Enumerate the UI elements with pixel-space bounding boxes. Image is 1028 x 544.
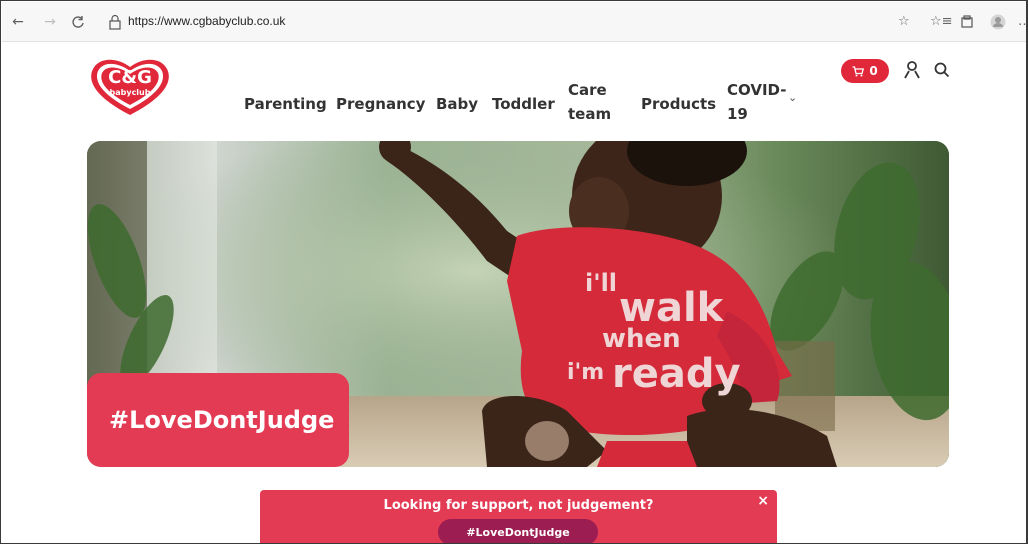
nav-care-team[interactable]: Care team bbox=[568, 81, 611, 123]
more-menu-icon[interactable]: … bbox=[1018, 12, 1026, 32]
search-icon[interactable] bbox=[931, 59, 953, 81]
logo-subtext: babyclub bbox=[109, 88, 151, 97]
shirt-text-3: when bbox=[602, 324, 681, 354]
hashtag-button[interactable]: #LoveDontJudge bbox=[438, 519, 598, 543]
hero-hashtag: #LoveDontJudge bbox=[87, 373, 349, 467]
nav-covid-line2: 19 bbox=[727, 105, 748, 123]
browser-toolbar: ← → https://www.cgbabyclub.co.uk ☆ ☆≡ … bbox=[2, 2, 1026, 42]
cart-button[interactable]: 0 bbox=[841, 59, 889, 83]
profile-icon[interactable] bbox=[990, 12, 1006, 32]
site-logo[interactable]: C&G babyclub bbox=[85, 55, 175, 119]
collections-icon[interactable] bbox=[960, 12, 974, 32]
logo-text: C&G bbox=[108, 67, 152, 88]
nav-covid-line1: COVID- bbox=[727, 81, 787, 99]
close-icon[interactable]: × bbox=[757, 493, 769, 509]
banner-title: Looking for support, not judgement? bbox=[383, 498, 654, 513]
shirt-text-1: i'll bbox=[585, 269, 617, 297]
lock-icon bbox=[109, 14, 121, 30]
browser-window: ← → https://www.cgbabyclub.co.uk ☆ ☆≡ … … bbox=[0, 0, 1028, 544]
support-banner: Looking for support, not judgement? × #L… bbox=[260, 490, 777, 543]
shirt-text-4: i'm bbox=[567, 360, 604, 385]
address-bar[interactable]: https://www.cgbabyclub.co.uk bbox=[102, 10, 1002, 34]
nav-parenting[interactable]: Parenting bbox=[244, 95, 327, 113]
shirt-text-5: ready bbox=[612, 351, 741, 397]
nav-covid-19[interactable]: COVID- 19 bbox=[727, 81, 787, 123]
favorite-star-icon[interactable]: ☆ bbox=[898, 12, 910, 32]
nav-care-team-line2: team bbox=[568, 105, 612, 123]
nav-baby[interactable]: Baby bbox=[436, 95, 478, 113]
favorites-bar-icon[interactable]: ☆≡ bbox=[930, 12, 953, 32]
forward-icon[interactable]: → bbox=[40, 12, 60, 32]
nav-pregnancy[interactable]: Pregnancy bbox=[336, 95, 425, 113]
nav-toddler[interactable]: Toddler bbox=[492, 95, 555, 113]
url-text: https://www.cgbabyclub.co.uk bbox=[128, 14, 286, 28]
account-icon[interactable] bbox=[901, 59, 923, 81]
nav-products[interactable]: Products bbox=[641, 95, 716, 113]
refresh-icon[interactable] bbox=[68, 12, 88, 32]
cart-count: 0 bbox=[869, 64, 878, 78]
nav-care-team-line1: Care bbox=[568, 81, 607, 99]
back-icon[interactable]: ← bbox=[8, 12, 28, 32]
cart-icon bbox=[852, 65, 865, 76]
chevron-down-icon[interactable]: ⌄ bbox=[788, 91, 797, 104]
